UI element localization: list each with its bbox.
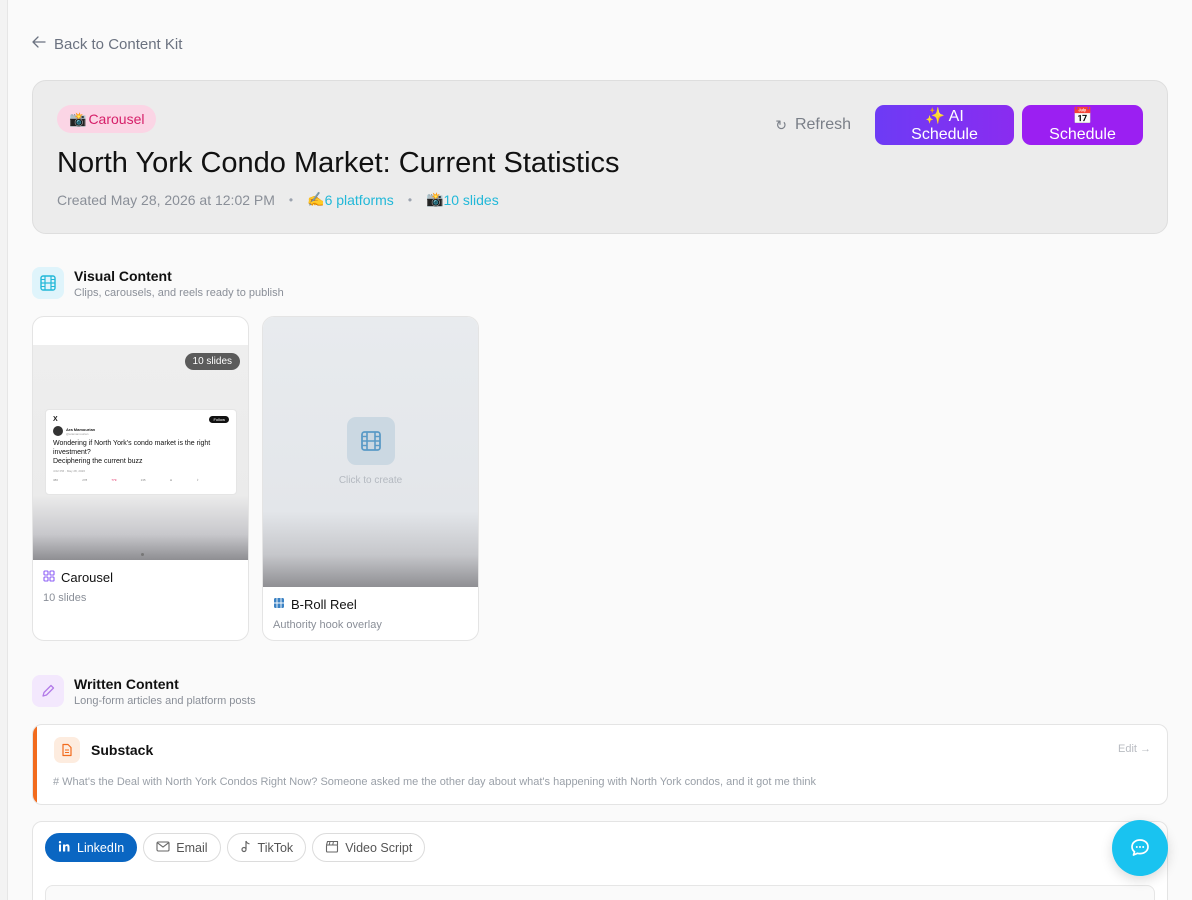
create-reel-button[interactable] bbox=[347, 417, 395, 465]
card-title: Carousel bbox=[43, 570, 113, 585]
page-indicator bbox=[141, 553, 144, 556]
card-title-label: B-Roll Reel bbox=[291, 597, 357, 612]
tab-email[interactable]: Email bbox=[143, 833, 221, 862]
slide-count: 10 slides bbox=[443, 191, 499, 208]
ai-schedule-button[interactable]: ✨ AI Schedule bbox=[875, 105, 1014, 145]
card-subtitle: 10 slides bbox=[43, 592, 87, 604]
x-logo-icon: X bbox=[53, 416, 58, 423]
tweet-stat: 135 bbox=[140, 478, 146, 482]
substack-excerpt: # What's the Deal with North York Condos… bbox=[53, 776, 817, 788]
tweet-preview: X Follow Ara Mamourian @aramamourian Won… bbox=[45, 409, 237, 495]
refresh-button[interactable]: ↻ Refresh bbox=[759, 105, 867, 145]
tweet-body: Wondering if North York's condo market i… bbox=[53, 439, 229, 466]
tweet-stat: ⇪ bbox=[196, 478, 199, 482]
tab-tiktok[interactable]: TikTok bbox=[226, 833, 307, 862]
meta-row: Created May 28, 2026 at 12:02 PM • ✍️ 6 … bbox=[57, 191, 499, 208]
section-title: Visual Content bbox=[74, 268, 172, 284]
tab-label: LinkedIn bbox=[77, 840, 125, 855]
section-subtitle: Long-form articles and platform posts bbox=[74, 695, 256, 707]
refresh-icon: ↻ bbox=[775, 116, 787, 133]
refresh-label: Refresh bbox=[794, 116, 851, 133]
author-handle: @aramamourian bbox=[66, 431, 89, 436]
separator-dot: • bbox=[407, 192, 413, 207]
visual-content-header: Visual Content Clips, carousels, and ree… bbox=[32, 267, 284, 299]
substack-card[interactable]: Substack Edit → # What's the Deal with N… bbox=[32, 724, 1168, 805]
film-icon bbox=[273, 597, 285, 612]
tab-label: Email bbox=[176, 840, 208, 855]
carousel-thumbnail: 10 slides X Follow Ara Mamourian @aramam… bbox=[33, 345, 248, 560]
card-title-label: Carousel bbox=[61, 570, 114, 585]
writing-hand-icon: ✍️ bbox=[307, 191, 325, 207]
pencil-icon bbox=[32, 675, 64, 707]
separator-dot: • bbox=[288, 192, 294, 207]
tweet-time: 4:02 PM · May 28, 2026 bbox=[53, 469, 86, 473]
accent-bar bbox=[33, 725, 37, 804]
schedule-button[interactable]: 📅 Schedule bbox=[1022, 105, 1143, 145]
slide-count-badge: 10 slides bbox=[184, 353, 240, 370]
content-header-card: 📸 Carousel North York Condo Market: Curr… bbox=[32, 80, 1168, 234]
tweet-stat: 386 bbox=[53, 478, 59, 482]
tweet-author: Ara Mamourian @aramamourian bbox=[53, 426, 229, 436]
card-subtitle: Authority hook overlay bbox=[273, 619, 382, 631]
content-type-label: Carousel bbox=[88, 111, 145, 127]
section-subtitle: Clips, carousels, and reels ready to pub… bbox=[74, 287, 284, 299]
author-name: Ara Mamourian bbox=[66, 426, 96, 432]
card-title: B-Roll Reel bbox=[273, 597, 382, 612]
edit-link[interactable]: Edit → bbox=[1118, 743, 1151, 755]
document-icon bbox=[54, 737, 80, 763]
camera-icon: 📸 bbox=[426, 191, 444, 207]
written-content-header: Written Content Long-form articles and p… bbox=[32, 675, 256, 707]
film-icon bbox=[32, 267, 64, 299]
click-to-create-label: Click to create bbox=[338, 475, 403, 486]
left-rail bbox=[0, 0, 8, 900]
back-to-content-kit-link[interactable]: Back to Content Kit bbox=[32, 35, 182, 53]
music-note-icon bbox=[240, 840, 252, 856]
card-footer: Carousel 10 slides bbox=[43, 570, 113, 604]
tab-linkedin[interactable]: LinkedIn bbox=[45, 833, 138, 862]
platform-tabs: LinkedIn Email TikTok Video Script bbox=[45, 833, 426, 862]
tab-video-script[interactable]: Video Script bbox=[312, 833, 426, 862]
platform-count: 6 platforms bbox=[324, 191, 394, 208]
broll-thumbnail: Click to create bbox=[263, 317, 478, 587]
film-icon bbox=[361, 431, 381, 451]
tweet-stat: 278 bbox=[82, 478, 88, 482]
arrow-left-icon bbox=[32, 35, 46, 53]
clapperboard-icon bbox=[325, 840, 339, 856]
tweet-line: Deciphering the current buzz bbox=[53, 458, 143, 465]
chat-button[interactable] bbox=[1112, 820, 1168, 876]
page-title: North York Condo Market: Current Statist… bbox=[57, 147, 620, 179]
post-content-box bbox=[45, 885, 1155, 900]
carousel-card[interactable]: 10 slides X Follow Ara Mamourian @aramam… bbox=[32, 316, 249, 641]
substack-title: Substack bbox=[91, 742, 154, 758]
camera-icon: 📸 bbox=[69, 110, 87, 127]
linkedin-icon bbox=[58, 840, 71, 856]
content-type-badge: 📸 Carousel bbox=[57, 105, 157, 133]
header-actions: ↻ Refresh ✨ AI Schedule 📅 Schedule bbox=[759, 105, 1143, 145]
tweet-stat: 779 bbox=[111, 478, 117, 482]
chat-bubble-icon bbox=[1131, 839, 1149, 856]
tweet-line: Wondering if North York's condo market i… bbox=[53, 440, 211, 456]
follow-badge: Follow bbox=[209, 416, 229, 423]
broll-reel-card[interactable]: Click to create B-Roll Reel Authority ho… bbox=[262, 316, 479, 641]
created-date: Created May 28, 2026 at 12:02 PM bbox=[57, 191, 275, 208]
back-link-label: Back to Content Kit bbox=[54, 35, 183, 53]
card-footer: B-Roll Reel Authority hook overlay bbox=[273, 597, 382, 631]
tab-label: Video Script bbox=[345, 840, 413, 855]
tweet-stats: 386 278 779 135 ⊡ ⇪ bbox=[53, 478, 229, 482]
platform-posts-card: LinkedIn Email TikTok Video Script bbox=[32, 821, 1168, 900]
grid-icon bbox=[43, 570, 55, 585]
avatar bbox=[53, 426, 63, 436]
tab-label: TikTok bbox=[257, 840, 294, 855]
section-title: Written Content bbox=[74, 676, 179, 692]
tweet-stat: ⊡ bbox=[169, 478, 173, 482]
mail-icon bbox=[156, 840, 170, 855]
